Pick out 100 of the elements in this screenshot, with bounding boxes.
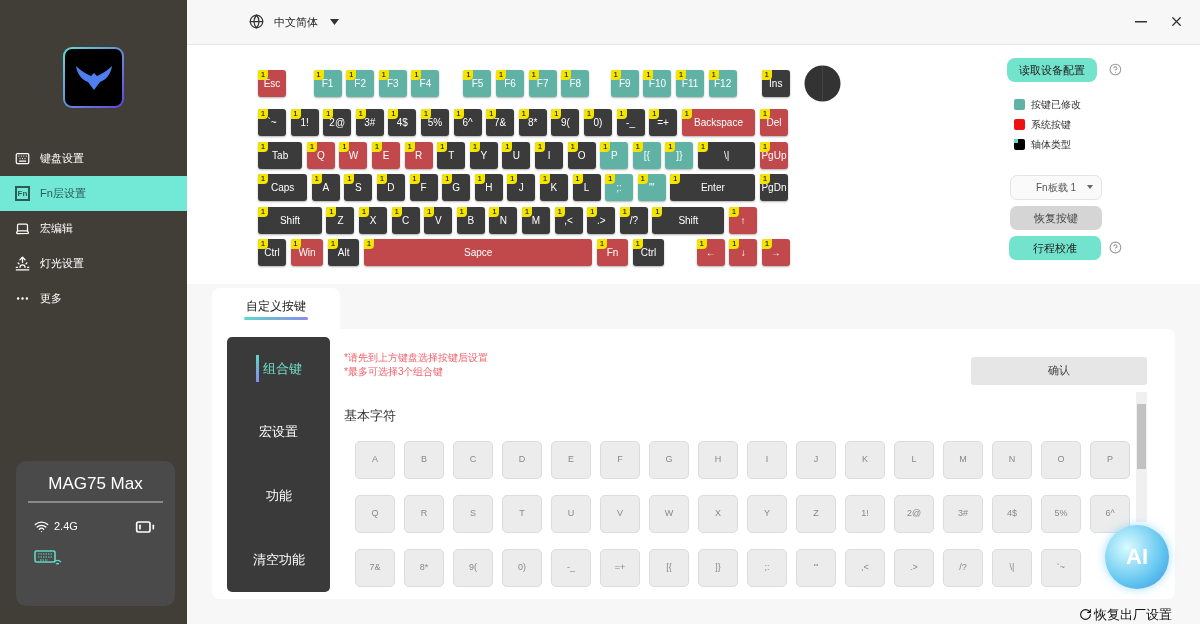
sidebar-item[interactable]: Fn Fn层设置 xyxy=(0,176,187,211)
keyboard-key[interactable]: 1 Q xyxy=(306,141,335,169)
keyboard-key[interactable]: 1 Esc xyxy=(258,69,286,97)
factory-reset-button[interactable]: 恢复出厂设置 xyxy=(1079,604,1172,624)
keyboard-key[interactable]: 1 B xyxy=(456,206,485,234)
keyboard-key[interactable]: 1 I xyxy=(535,141,564,169)
keyboard-key[interactable]: 1 V xyxy=(424,206,453,234)
keyboard-key[interactable]: 1 1! xyxy=(290,109,319,137)
keyboard-key[interactable]: 1 6^ xyxy=(453,109,482,137)
keyboard-key[interactable]: 1 K xyxy=(539,174,568,202)
keyboard-key[interactable]: 1 X xyxy=(359,206,388,234)
keyboard-key[interactable]: 1 S xyxy=(344,174,373,202)
keyboard-key[interactable]: 1 Shift xyxy=(652,206,725,234)
keyboard-key[interactable]: 1 ↑ xyxy=(729,206,757,234)
keyboard-key[interactable]: 1 M xyxy=(522,206,550,234)
keyboard-key[interactable]: 1 2@ xyxy=(323,109,352,137)
layer-badge: 1 xyxy=(597,239,607,250)
keyboard-key[interactable]: 1 F5 xyxy=(463,69,492,97)
keyboard-key[interactable]: 1 F2 xyxy=(346,69,375,97)
keyboard-key[interactable]: 1 Z xyxy=(326,206,355,234)
keyboard-key[interactable]: 1 T xyxy=(437,141,466,169)
keyboard-key[interactable]: 1 =+ xyxy=(649,109,678,137)
keyboard-key[interactable]: 1 Win xyxy=(290,239,324,267)
keyboard-key[interactable]: 1 Tab xyxy=(258,141,303,169)
keyboard-key[interactable]: 1 -_ xyxy=(616,109,645,137)
keyboard-key[interactable]: 1 .> xyxy=(587,206,616,234)
keyboard-key[interactable]: 1 ]} xyxy=(665,141,694,169)
keyboard-key[interactable]: 1 ;: xyxy=(605,174,634,202)
keyboard-key[interactable]: 1 F12 xyxy=(708,69,737,97)
custom-menu-item[interactable]: 宏设置 xyxy=(227,400,330,464)
keyboard-key[interactable]: 1 Del xyxy=(759,109,788,137)
keyboard-key[interactable]: 1 L xyxy=(572,174,601,202)
keyboard-key[interactable]: 1 Backspace xyxy=(681,109,756,137)
keyboard-key[interactable]: 1 F8 xyxy=(561,69,590,97)
keyboard-key[interactable]: 1 8* xyxy=(518,109,547,137)
keyboard-key[interactable]: 1 H xyxy=(474,174,503,202)
keyboard-key[interactable]: 1 O xyxy=(567,141,596,169)
keyboard-key[interactable]: 1 4$ xyxy=(388,109,417,137)
keyboard-key[interactable]: 1 F6 xyxy=(496,69,525,97)
read-config-button[interactable]: 读取设备配置 xyxy=(1007,57,1098,82)
keyboard-key[interactable]: 1 [{ xyxy=(632,141,661,169)
keyboard-key[interactable]: 1 `~ xyxy=(258,109,286,137)
keyboard-key[interactable]: 1 Y xyxy=(469,141,498,169)
keyboard-key[interactable]: 1 C xyxy=(391,206,420,234)
keyboard-key[interactable]: 1 → xyxy=(761,239,790,267)
keyboard-key[interactable]: 1 '" xyxy=(637,174,666,202)
sidebar-item[interactable]: 宏编辑 xyxy=(0,211,187,246)
sidebar-item[interactable]: 灯光设置 xyxy=(0,246,187,281)
scrollbar[interactable] xyxy=(1136,391,1147,522)
keyboard-key[interactable]: 1 A xyxy=(311,174,340,202)
keyboard-key[interactable]: 1 F9 xyxy=(610,69,639,97)
keyboard-key[interactable]: 1 \| xyxy=(698,141,756,169)
confirm-button[interactable]: 确认 xyxy=(971,356,1147,385)
sidebar-item[interactable]: 更多 xyxy=(0,281,187,316)
keyboard-key[interactable]: 1 G xyxy=(442,174,471,202)
custom-menu-item[interactable]: 功能 xyxy=(227,464,330,528)
restore-keys-button[interactable]: 恢复按键 xyxy=(1010,205,1102,230)
help-icon[interactable] xyxy=(1109,63,1122,77)
keyboard-key[interactable]: 1 W xyxy=(339,141,368,169)
language-select[interactable]: 中文简体 xyxy=(274,13,339,31)
keyboard-key[interactable]: 1 U xyxy=(502,141,531,169)
help-icon[interactable] xyxy=(1109,241,1122,255)
keyboard-key[interactable]: 1 N xyxy=(489,206,518,234)
keyboard-key[interactable]: 1 ,< xyxy=(554,206,583,234)
keyboard-key[interactable]: 1 Ctrl xyxy=(632,239,665,267)
keyboard-key[interactable]: 1 5% xyxy=(420,109,449,137)
keyboard-key[interactable]: 1 P xyxy=(600,141,629,169)
keyboard-key[interactable]: 1 F7 xyxy=(528,69,557,97)
keyboard-key[interactable]: 1 Ctrl xyxy=(258,239,286,267)
sidebar-item[interactable]: 键盘设置 xyxy=(0,141,187,176)
keyboard-key[interactable]: 1 F3 xyxy=(378,69,407,97)
calibrate-button[interactable]: 行程校准 xyxy=(1009,235,1102,260)
keyboard-key[interactable]: 1 F11 xyxy=(676,69,705,97)
keyboard-key[interactable]: 1 F xyxy=(409,174,438,202)
keyboard-key[interactable]: 1 Alt xyxy=(328,239,360,267)
keyboard-key[interactable]: 1 F4 xyxy=(411,69,440,97)
keyboard-key[interactable]: 1 9( xyxy=(551,109,580,137)
keyboard-key[interactable]: 1 Sapce xyxy=(363,239,593,267)
keyboard-key[interactable]: 1 Fn xyxy=(597,239,629,267)
custom-menu-item[interactable]: 清空功能 xyxy=(227,527,330,592)
keyboard-key[interactable]: 1 J xyxy=(507,174,536,202)
keyboard-key[interactable]: 1 R xyxy=(404,141,433,169)
keyboard-key[interactable]: 1 F1 xyxy=(313,69,342,97)
keyboard-key[interactable]: 1 ← xyxy=(696,239,725,267)
keyboard-key[interactable]: 1 7& xyxy=(486,109,515,137)
keyboard-key[interactable]: 1 Enter xyxy=(670,174,756,202)
layer-select[interactable]: Fn板载 1 xyxy=(1010,174,1102,200)
keyboard-key[interactable]: 1 D xyxy=(376,174,405,202)
custom-menu-item[interactable]: 组合键 xyxy=(227,336,330,401)
keyboard-key[interactable]: 1 3# xyxy=(355,109,384,137)
keyboard-key[interactable]: 1 0) xyxy=(583,109,612,137)
keyboard-key[interactable]: 1 /? xyxy=(619,206,648,234)
keyboard-key[interactable]: 1 ↓ xyxy=(729,239,758,267)
keyboard-key[interactable]: 1 E xyxy=(372,141,401,169)
keyboard-key[interactable]: 1 Shift xyxy=(258,206,322,234)
tab[interactable]: 自定义按键 xyxy=(212,287,340,329)
keyboard-key[interactable]: 1 F10 xyxy=(643,69,672,97)
keyboard-key[interactable]: 1 Ins xyxy=(761,69,790,97)
minimize-button[interactable] xyxy=(1135,20,1147,23)
keyboard-key[interactable]: 1 Caps xyxy=(258,174,308,202)
